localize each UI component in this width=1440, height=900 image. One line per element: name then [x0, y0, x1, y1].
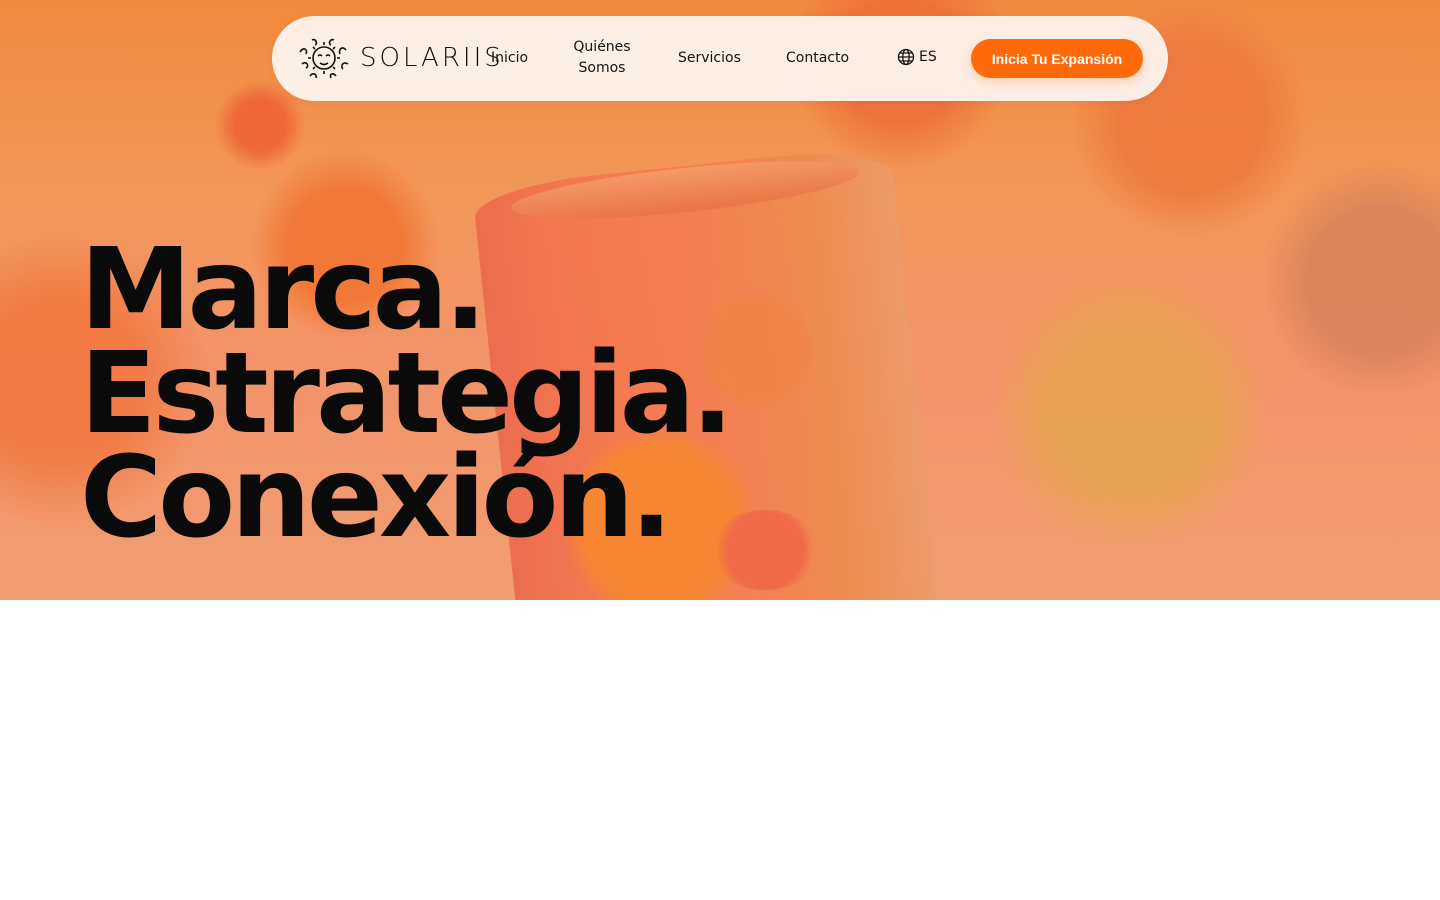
hero-headline-line-2: Estrategia.	[80, 329, 734, 459]
nav-item-servicios[interactable]: Servicios	[678, 48, 741, 69]
top-navigation: SOLARIIS Inicio Quiénes Somos Servicios …	[272, 16, 1168, 101]
nav-item-quienes-somos[interactable]: Quiénes Somos	[572, 37, 632, 79]
brand-logo[interactable]: SOLARIIS	[296, 36, 504, 80]
nav-item-contacto[interactable]: Contacto	[786, 48, 849, 69]
hero-headline-line-1: Marca.	[80, 225, 487, 355]
cta-button[interactable]: Inicia Tu Expansión	[971, 39, 1143, 78]
sun-face-logo-icon	[299, 38, 349, 79]
language-selector[interactable]: ES	[897, 48, 937, 66]
hero-headline-line-3: Conexión.	[80, 433, 673, 563]
language-label: ES	[919, 49, 937, 65]
globe-icon	[897, 48, 915, 66]
content-section	[0, 600, 1440, 900]
hero-headline: Marca. Estrategia. Conexión.	[80, 225, 734, 563]
brand-name: SOLARIIS	[360, 43, 504, 73]
nav-item-inicio[interactable]: Inicio	[491, 48, 528, 69]
